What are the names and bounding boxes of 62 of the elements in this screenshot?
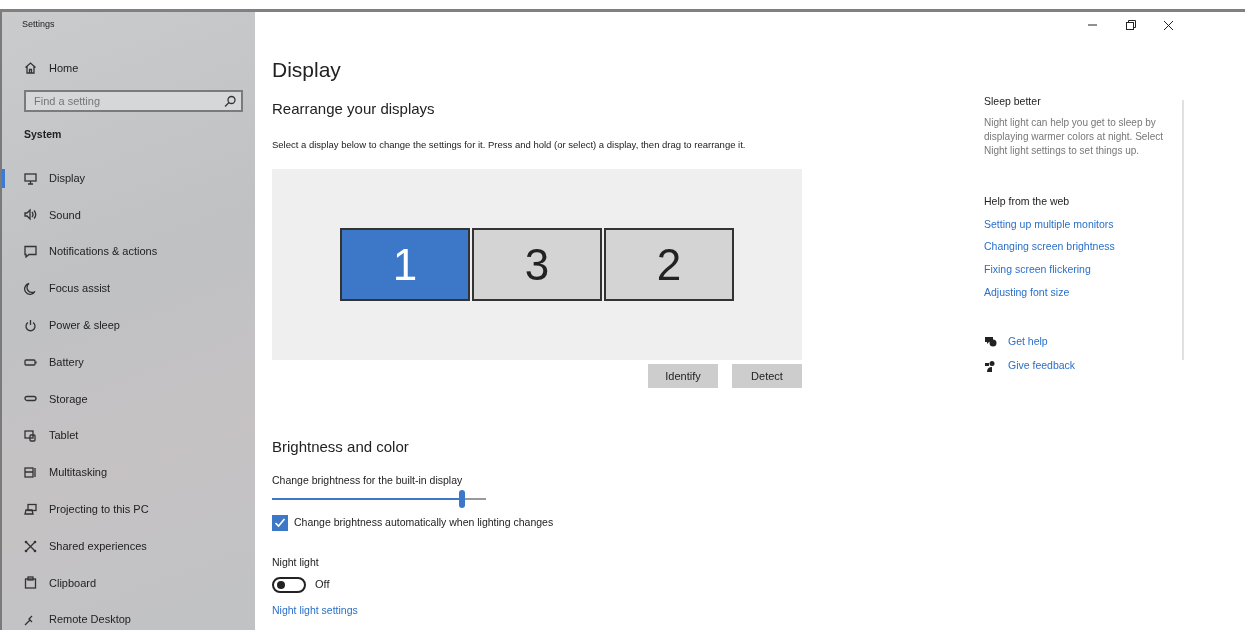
sidebar-item[interactable]: Tablet [2,417,255,455]
close-button[interactable] [1161,18,1175,32]
aside-heading: Sleep better [984,94,1042,109]
section-heading: Rearrange your displays [272,98,436,119]
aside-heading: Help from the web [984,193,1071,209]
sidebar-item[interactable]: Storage [2,380,255,418]
search-field[interactable]: Find a setting [24,90,243,112]
help-link[interactable]: Setting up multiple monitors [984,216,1184,233]
sidebar-item[interactable]: Remote Desktop [2,601,255,630]
help-link[interactable]: Changing screen brightness [984,239,1184,255]
restore-button[interactable] [1123,18,1137,32]
speech-bubble-icon [24,245,37,259]
sidebar-item[interactable]: Projecting to this PC [2,490,255,528]
sidebar-item[interactable]: Display [2,159,255,197]
sidebar-item[interactable]: Clipboard [2,564,255,602]
slider-label: Change brightness for the built-in display [272,472,464,488]
checkbox-label: Change brightness automatically when lighting changes [294,514,554,530]
home-icon [24,61,37,75]
brightness-slider[interactable] [272,488,486,509]
sidebar-item[interactable]: Power & sleep [2,306,255,344]
monitor-tile[interactable]: 1 [340,228,470,302]
sidebar-item[interactable]: Multitasking [2,454,255,491]
toggle-label: Night light [272,554,320,570]
speaker-icon [24,208,37,222]
aside-text: Night light can help you get to sleep by displaying warmer colors at night. Select Night light settings to set things up. [984,115,1164,158]
help-action-link[interactable]: Get help [1008,333,1048,350]
checkbox[interactable] [272,514,288,531]
sidebar-item[interactable]: Shared experiences [2,527,255,565]
settings-link[interactable]: Night light settings [272,602,358,619]
restore-icon [1123,18,1137,32]
shared-icon [24,539,37,553]
help-link[interactable]: Adjusting font size [984,284,1184,301]
close-icon [1161,18,1175,32]
description-text: Select a display below to change the settings for it. Press and hold (or select) a display, then drag to rearrange it. [272,138,747,152]
monitor-tile[interactable]: 2 [604,228,734,302]
sidebar-item[interactable]: Sound [2,196,255,234]
home-link[interactable]: Home [24,59,255,76]
minimize-icon [1087,24,1097,26]
window-title: Settings [22,18,56,31]
sidebar-item[interactable]: Notifications & actions [2,233,255,271]
monitor-tile[interactable]: 3 [472,228,602,302]
sidebar-item[interactable]: Battery [2,343,255,381]
slider-thumb[interactable] [459,489,466,508]
help-link[interactable]: Fixing screen flickering [984,262,1184,278]
tablet-icon [24,429,37,443]
sidebar-item[interactable]: Focus assist [2,270,255,307]
moon-icon [24,282,37,296]
window-layout-icon [24,466,37,479]
help-action-link[interactable]: Give feedback [1008,358,1076,374]
monitor-icon [24,171,37,185]
clipboard-icon [24,576,37,590]
toggle-switch[interactable] [272,576,306,593]
toggle-state-text: Off [315,577,330,593]
action-button[interactable]: Identify [648,364,718,389]
projector-icon [24,502,37,516]
chat-icon [984,334,997,348]
section-heading: System [24,127,63,142]
action-button[interactable]: Detect [732,364,802,389]
section-heading: Brightness and color [272,437,410,458]
power-icon [24,318,37,332]
search-icon [224,95,237,108]
page-title: Display [272,57,342,83]
